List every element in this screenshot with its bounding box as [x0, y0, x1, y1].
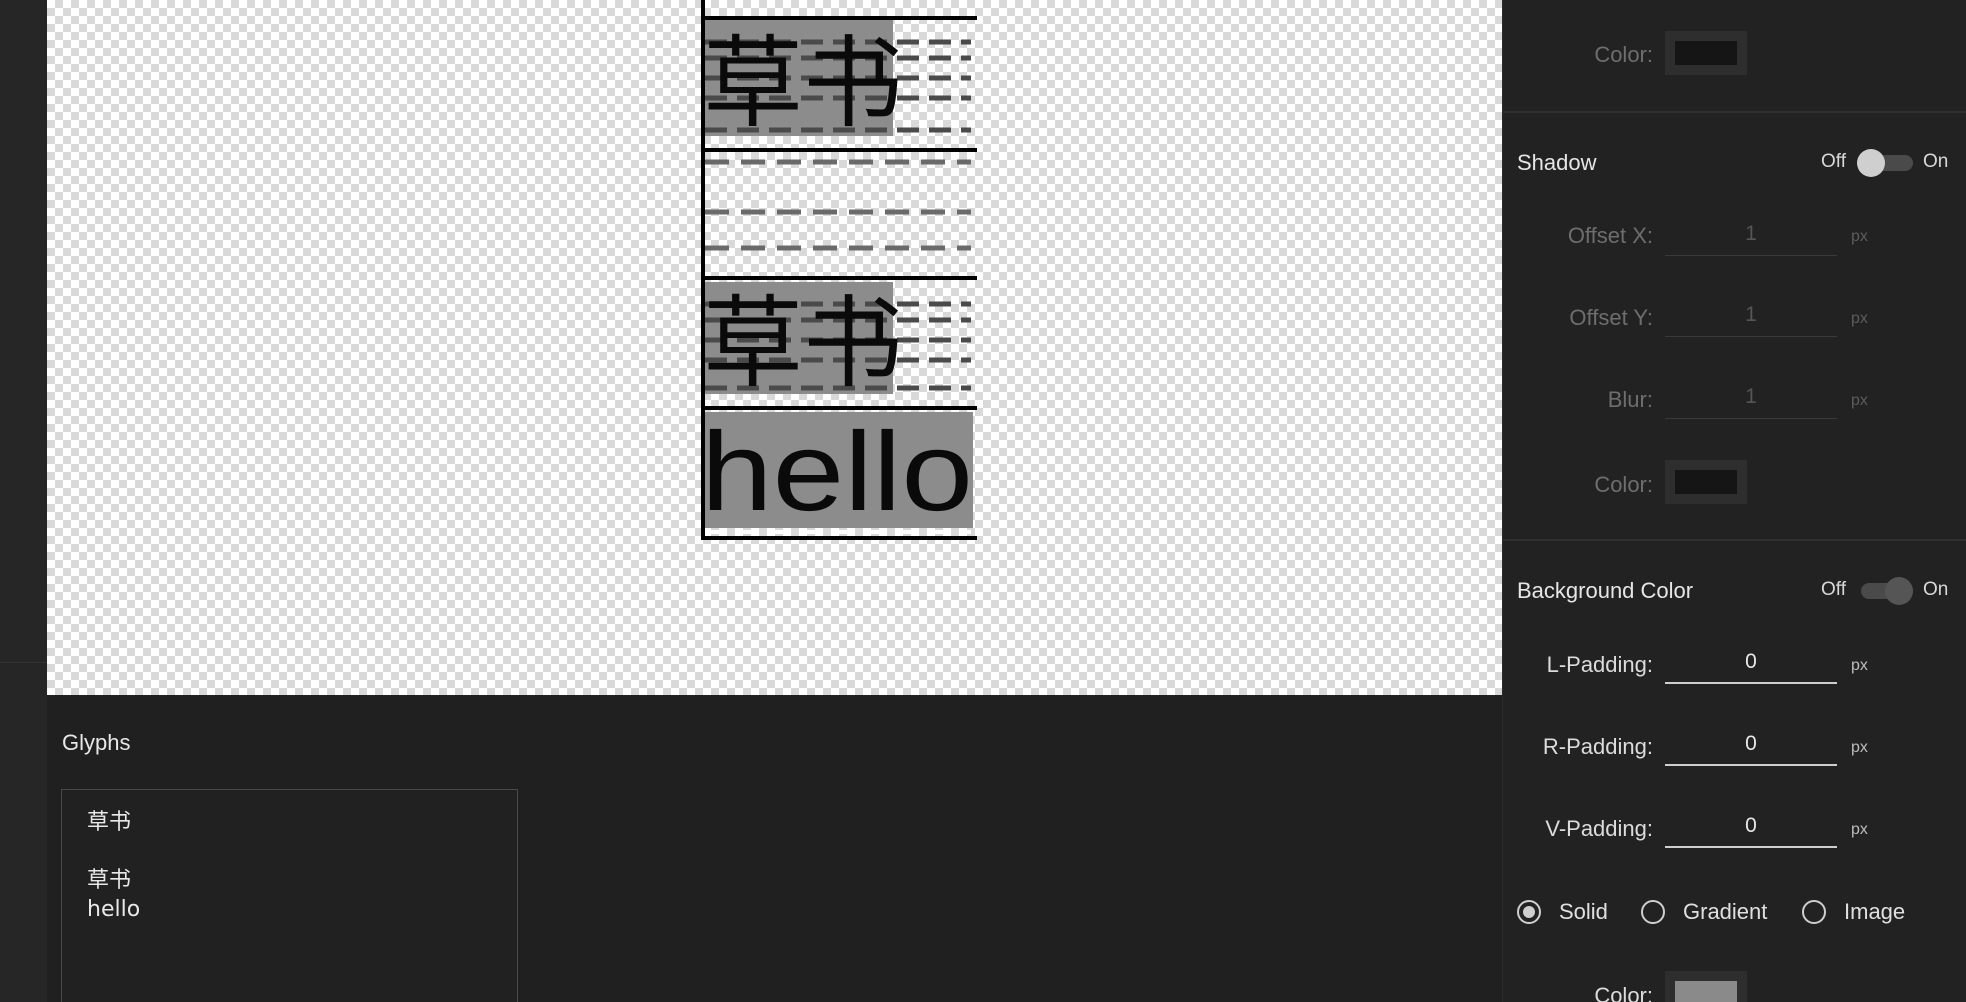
- glyph-cell-guides-2: [705, 159, 971, 251]
- background-color-fill: [1675, 981, 1737, 1002]
- shadow-toggle[interactable]: Off On: [1821, 146, 1961, 178]
- fill-option-label: Gradient: [1683, 899, 1768, 924]
- glyph-atlas-preview: 草书 草书 hello: [701, 0, 977, 540]
- section-divider: [1503, 539, 1966, 541]
- left-sidebar: [0, 0, 47, 1002]
- l-padding-unit: px: [1851, 657, 1868, 674]
- fill-option-label: Image: [1844, 899, 1906, 924]
- radio-selected-icon: [1517, 900, 1541, 924]
- r-padding-label: R-Padding:: [1542, 734, 1653, 759]
- l-padding-input[interactable]: 0: [1665, 648, 1837, 684]
- v-padding-label: V-Padding:: [1545, 816, 1653, 841]
- background-section-title: Background Color: [1517, 578, 1694, 603]
- r-padding-unit: px: [1851, 739, 1868, 756]
- v-padding-unit: px: [1851, 821, 1868, 838]
- shadow-section-title: Shadow: [1517, 150, 1597, 175]
- atlas-glyph-3: hello: [701, 409, 973, 534]
- radio-unselected-icon: [1641, 900, 1665, 924]
- preview-canvas[interactable]: 草书 草书 hello: [47, 0, 1502, 695]
- offset-x-label: Offset X:: [1567, 223, 1653, 248]
- section-divider: [1503, 111, 1966, 113]
- fill-option-solid[interactable]: Solid: [1517, 897, 1637, 927]
- outline-color-swatch[interactable]: [1665, 31, 1747, 75]
- blur-unit: px: [1851, 392, 1868, 409]
- offset-y-unit: px: [1851, 310, 1868, 327]
- shadow-color-fill: [1675, 470, 1737, 494]
- fill-option-image[interactable]: Image: [1802, 897, 1932, 927]
- background-toggle-knob: [1885, 577, 1913, 605]
- app-root: 草书 草书 hello Glyphs 草书 草书 hello Color: Sh…: [0, 0, 1966, 1002]
- r-padding-input[interactable]: 0: [1665, 730, 1837, 766]
- shadow-toggle-knob: [1857, 149, 1885, 177]
- offset-y-label: Offset Y:: [1569, 305, 1653, 330]
- outline-color-fill: [1675, 41, 1737, 65]
- background-color-swatch[interactable]: [1665, 971, 1747, 1002]
- shadow-toggle-off-label: Off: [1821, 151, 1846, 172]
- offset-x-unit: px: [1851, 228, 1868, 245]
- blur-input[interactable]: 1: [1665, 383, 1837, 419]
- background-toggle-on-label: On: [1923, 579, 1949, 600]
- blur-label: Blur:: [1607, 387, 1653, 412]
- radio-unselected-icon: [1802, 900, 1826, 924]
- fill-option-label: Solid: [1559, 899, 1608, 924]
- glyphs-panel-title: Glyphs: [62, 730, 131, 755]
- background-color-label: Color:: [1594, 983, 1653, 1002]
- settings-panel: Color: Shadow Off On Offset X: 1 px Offs…: [1502, 0, 1966, 1002]
- background-toggle[interactable]: Off On: [1821, 574, 1961, 606]
- background-toggle-off-label: Off: [1821, 579, 1846, 600]
- fill-option-gradient[interactable]: Gradient: [1641, 897, 1791, 927]
- outline-color-label: Color:: [1594, 42, 1653, 67]
- v-padding-input[interactable]: 0: [1665, 812, 1837, 848]
- offset-x-input[interactable]: 1: [1665, 220, 1837, 256]
- sidebar-divider: [0, 662, 47, 663]
- atlas-glyph-1: 草书: [703, 25, 903, 142]
- offset-y-input[interactable]: 1: [1665, 301, 1837, 337]
- shadow-color-label: Color:: [1594, 472, 1653, 497]
- glyphs-text-area[interactable]: 草书 草书 hello: [61, 789, 518, 1002]
- shadow-toggle-on-label: On: [1923, 151, 1949, 172]
- atlas-glyph-2: 草书: [703, 285, 903, 402]
- shadow-color-swatch[interactable]: [1665, 460, 1747, 504]
- glyphs-text-content: 草书 草书 hello: [87, 810, 141, 922]
- l-padding-label: L-Padding:: [1546, 652, 1653, 677]
